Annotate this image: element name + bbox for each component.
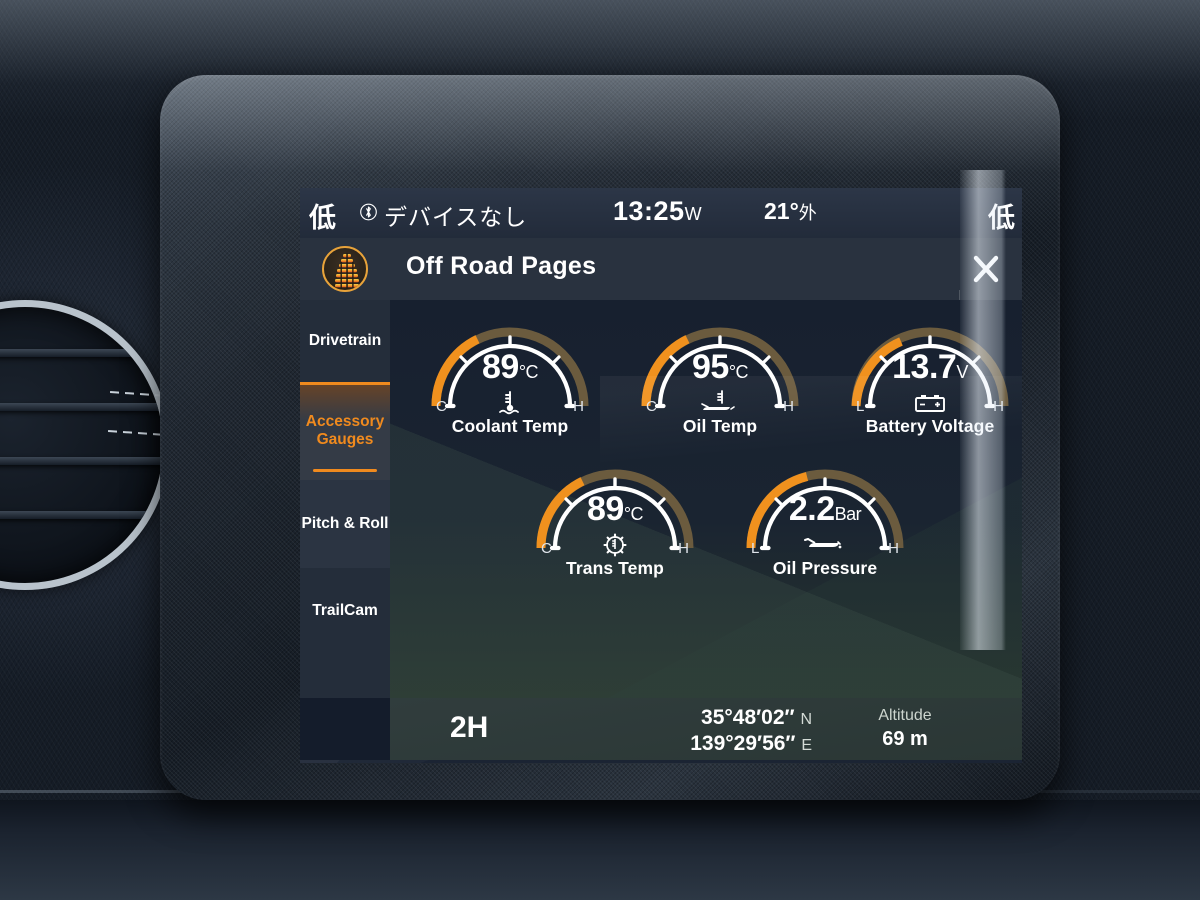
gauge-value: 89°C	[525, 490, 705, 529]
page-title: Off Road Pages	[406, 252, 597, 280]
bottom-taskbar: メディア A/C	[300, 760, 1022, 763]
sidebar-item-accessory-gauges[interactable]: Accessory Gauges	[300, 382, 390, 480]
seat-heat-right-indicator[interactable]: 低	[988, 196, 1015, 235]
gauge-label: Oil Pressure	[772, 558, 878, 578]
gauge-value-number: 13.7	[892, 348, 957, 386]
gauge-label: Coolant Temp	[451, 416, 569, 436]
gauge-value-unit: V	[956, 362, 968, 382]
sidebar-item-drivetrain[interactable]: Drivetrain	[300, 300, 390, 382]
clock-unit: W	[684, 204, 703, 224]
altitude-readout: Altitude 69 m	[830, 707, 980, 751]
gauge-value: 13.7V	[840, 348, 1020, 387]
sidebar-item-label: Accessory Gauges	[305, 413, 385, 448]
gps-coordinates: 35°48′02″ N 139°29′56″ E	[612, 706, 812, 758]
gauge-value: 89°C	[420, 348, 600, 387]
gauge-value-number: 95	[691, 348, 729, 386]
gauge-value-unit: Bar	[834, 504, 862, 524]
coolant-thermometer-icon	[420, 390, 600, 416]
outside-temp-value: 21°	[764, 198, 799, 224]
clock: 13:25W	[613, 196, 702, 227]
gear-thermometer-icon	[525, 532, 705, 558]
sidebar-item-pitch-roll[interactable]: Pitch & Roll	[300, 480, 390, 568]
drive-mode-indicator: 2H	[450, 711, 489, 744]
gauge-value-unit: °C	[623, 504, 644, 524]
battery-icon	[840, 390, 1020, 416]
infotainment-screen[interactable]: 低 デバイスなし 13:25W 21°外 低 Off Road Pages Dr…	[300, 188, 1022, 763]
oil-thermometer-icon	[630, 390, 810, 416]
oil-can-icon	[735, 532, 915, 558]
gauge-label: Trans Temp	[566, 558, 664, 578]
gauge-value-number: 89	[586, 490, 624, 528]
close-button[interactable]	[960, 244, 1012, 294]
gauge-value: 95°C	[630, 348, 810, 387]
gauge-label: Battery Voltage	[865, 416, 995, 436]
vehicle-info-bar: 2H 35°48′02″ N 139°29′56″ E Altitude 69 …	[390, 698, 1022, 760]
gauge-value-number: 2.2	[788, 490, 835, 528]
gauge-trans-temp[interactable]: 89°C C H Trans Temp	[525, 452, 705, 602]
gauge-value-number: 89	[481, 348, 519, 386]
longitude-row: 139°29′56″ E	[612, 732, 812, 758]
gauge-oil-temp[interactable]: 95°C C H Oil Temp	[630, 310, 810, 460]
latitude-value: 35°48′02″	[701, 706, 795, 729]
seat-heat-left-indicator[interactable]: 低	[309, 196, 336, 235]
accessory-gauges-panel: 89°C C H Coolant Temp 95°C C H Oil Temp …	[390, 300, 1022, 698]
title-bar: Off Road Pages	[300, 238, 1022, 348]
gauge-oil-pressure[interactable]: 2.2Bar L H Oil Pressure	[735, 452, 915, 602]
outside-temperature: 21°外	[764, 198, 817, 225]
bluetooth-icon	[360, 203, 377, 221]
gauge-value: 2.2Bar	[735, 490, 915, 529]
dashboard-lower-panel	[0, 800, 1200, 900]
altitude-label: Altitude	[878, 707, 932, 724]
latitude-row: 35°48′02″ N	[612, 706, 812, 732]
gauge-coolant-temp[interactable]: 89°C C H Coolant Temp	[420, 310, 600, 460]
close-icon	[973, 255, 999, 283]
tire-tread-icon	[322, 246, 368, 292]
gauge-value-unit: °C	[518, 362, 539, 382]
longitude-value: 139°29′56″	[690, 732, 796, 755]
sidebar-item-label: Pitch & Roll	[301, 515, 389, 532]
offroad-sidebar: Drivetrain Accessory Gauges Pitch & Roll…	[300, 300, 390, 698]
sidebar-item-label: TrailCam	[312, 602, 378, 619]
longitude-cardinal: E	[801, 737, 812, 754]
altitude-value: 69 m	[882, 728, 928, 750]
latitude-cardinal: N	[800, 711, 812, 728]
taskbar-texture	[300, 760, 1022, 763]
status-bar: 低 デバイスなし 13:25W 21°外 低	[300, 188, 1022, 238]
gauge-battery-voltage[interactable]: 13.7V L H Battery Voltage	[840, 310, 1020, 460]
outside-temp-unit: 外	[798, 203, 817, 223]
clock-value: 13:25	[613, 196, 685, 226]
sidebar-item-trailcam[interactable]: TrailCam	[300, 568, 390, 654]
bluetooth-device-status: デバイスなし	[384, 204, 528, 230]
sidebar-item-label: Drivetrain	[308, 332, 382, 349]
gauge-value-unit: °C	[728, 362, 749, 382]
gauge-label: Oil Temp	[682, 416, 758, 436]
